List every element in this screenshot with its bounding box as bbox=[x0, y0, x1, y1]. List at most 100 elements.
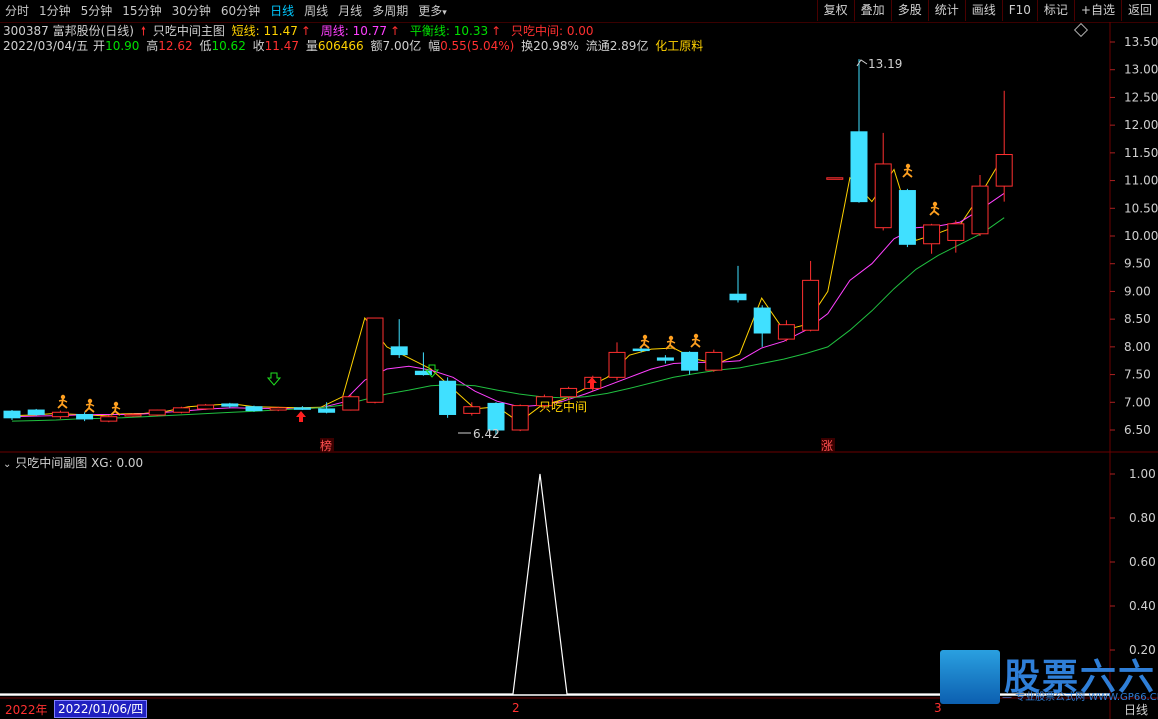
candle-body-down bbox=[729, 293, 747, 301]
candle-body-down bbox=[439, 380, 457, 415]
runner-head bbox=[932, 201, 938, 207]
runner-leg bbox=[694, 342, 701, 348]
candle-body-up bbox=[923, 224, 941, 245]
price-tick-label: 12.50 bbox=[1124, 90, 1158, 104]
candle-body-down bbox=[898, 190, 916, 245]
candle-body-up bbox=[366, 317, 384, 403]
logo-subtext: — 专业股票公式网 WWW.GP66.CN bbox=[1002, 692, 1158, 703]
candle-body-up bbox=[826, 177, 844, 180]
candle-body-up bbox=[511, 405, 529, 431]
candle-body-up bbox=[874, 163, 892, 229]
chart-grid bbox=[0, 22, 1158, 719]
candle-body-down bbox=[76, 413, 94, 420]
candle-body-down bbox=[753, 307, 771, 334]
price-tick-label: 10.00 bbox=[1124, 229, 1158, 243]
candle-body-up bbox=[705, 351, 723, 371]
candle-body-down bbox=[656, 357, 674, 361]
price-tick-label: 10.50 bbox=[1124, 201, 1158, 215]
price-tick-label: 9.50 bbox=[1124, 257, 1151, 271]
candle-body-down bbox=[390, 346, 408, 356]
watermark-logo: 股票六六 — 专业股票公式网 WWW.GP66.CN bbox=[940, 648, 1158, 706]
candle-body-up bbox=[148, 409, 166, 416]
sub-chart-title[interactable]: 只吃中间副图 bbox=[15, 456, 87, 470]
cursor-date: 2022/01/06/四 bbox=[54, 700, 148, 718]
price-tick-label: 8.00 bbox=[1124, 340, 1151, 354]
candle-body-up bbox=[995, 154, 1013, 187]
price-tick-label: 11.50 bbox=[1124, 146, 1158, 160]
candle-body-up bbox=[802, 279, 820, 331]
candlesticks bbox=[3, 59, 1013, 435]
kline-chart[interactable]: 13.50 13.00 12.50 12.00 11.50 11.00 10.50 10.00… bbox=[0, 0, 1158, 719]
price-tick-label: 7.50 bbox=[1124, 368, 1151, 382]
runner-leg bbox=[643, 343, 650, 349]
runner-icon bbox=[84, 398, 95, 413]
xg-value: XG: 0.00 bbox=[91, 456, 144, 470]
runner-leg bbox=[906, 172, 913, 178]
candle-body-down bbox=[293, 407, 311, 410]
candle-body-up bbox=[608, 351, 626, 378]
candle-body-up bbox=[51, 411, 69, 418]
low-price-label: 6.42 bbox=[473, 427, 500, 441]
candle-body-up bbox=[777, 324, 795, 340]
candle-body-up bbox=[269, 407, 287, 411]
collapse-icon[interactable]: ⌄ bbox=[3, 459, 11, 470]
price-tick-label: 8.50 bbox=[1124, 312, 1151, 326]
sub-tick-label: 0.80 bbox=[1129, 511, 1156, 525]
candle-body-up bbox=[124, 413, 142, 417]
price-tick-label: 13.00 bbox=[1124, 63, 1158, 77]
buy-arrow-icon bbox=[296, 411, 306, 422]
runner-icon bbox=[110, 401, 121, 416]
week-line bbox=[11, 192, 1005, 418]
price-axis: 13.50 13.00 12.50 12.00 11.50 11.00 10.50 10.00… bbox=[1110, 35, 1158, 657]
candle-body-up bbox=[971, 185, 989, 235]
runner-icon bbox=[929, 201, 940, 216]
candle-body-up bbox=[560, 387, 578, 398]
runner-icon bbox=[639, 334, 650, 349]
sub-chart-header: ⌄ 只吃中间副图 XG: 0.00 bbox=[3, 455, 143, 471]
sub-tick-label: 0.40 bbox=[1129, 599, 1156, 613]
runner-head bbox=[693, 333, 699, 339]
price-tick-label: 7.00 bbox=[1124, 395, 1151, 409]
candle-body-down bbox=[3, 410, 21, 419]
runner-head bbox=[60, 394, 66, 400]
logo-icon bbox=[940, 650, 1000, 704]
candle-body-up bbox=[100, 416, 118, 422]
runner-icon bbox=[690, 333, 701, 348]
runner-icon bbox=[57, 394, 68, 409]
candle-body-down bbox=[850, 131, 868, 203]
middle-signal-text: 只吃中间 bbox=[539, 399, 587, 414]
candle-body-up bbox=[342, 396, 360, 411]
runner-head bbox=[642, 334, 648, 340]
sell-arrow-icon bbox=[266, 372, 282, 386]
candle-body-down bbox=[487, 402, 505, 431]
price-tick-label: 9.00 bbox=[1124, 284, 1151, 298]
runner-leg bbox=[61, 403, 68, 409]
runner-head bbox=[113, 401, 119, 407]
high-price-label: 13.19 bbox=[868, 57, 902, 71]
candle-body-up bbox=[172, 407, 190, 413]
price-tick-label: 12.00 bbox=[1124, 118, 1158, 132]
candle-body-down bbox=[245, 406, 263, 412]
price-tick-label: 13.50 bbox=[1124, 35, 1158, 49]
candle-body-up bbox=[197, 404, 215, 410]
runner-head bbox=[87, 398, 93, 404]
sub-tick-label: 1.00 bbox=[1129, 467, 1156, 481]
candle-body-down bbox=[221, 403, 239, 407]
runner-icon bbox=[902, 163, 913, 178]
balance-line bbox=[11, 217, 1005, 422]
runner-head bbox=[668, 335, 674, 341]
candle-body-down bbox=[318, 408, 336, 413]
price-tick-label: 11.00 bbox=[1124, 174, 1158, 188]
runner-head bbox=[905, 163, 911, 169]
price-tick-label: 6.50 bbox=[1124, 423, 1151, 437]
runner-leg bbox=[933, 210, 940, 216]
signal-marks: 13.19 6.42 只吃中间榜 涨 bbox=[57, 57, 940, 453]
sub-tick-label: 0.60 bbox=[1129, 555, 1156, 569]
runner-icon bbox=[665, 335, 676, 350]
candle-body-down bbox=[632, 348, 650, 352]
candle-body-up bbox=[947, 223, 965, 241]
zhang-label: 涨 bbox=[821, 438, 833, 453]
month-label-2: 2 bbox=[512, 701, 520, 715]
bang-label: 榜 bbox=[320, 438, 332, 453]
candle-body-down bbox=[27, 409, 45, 415]
